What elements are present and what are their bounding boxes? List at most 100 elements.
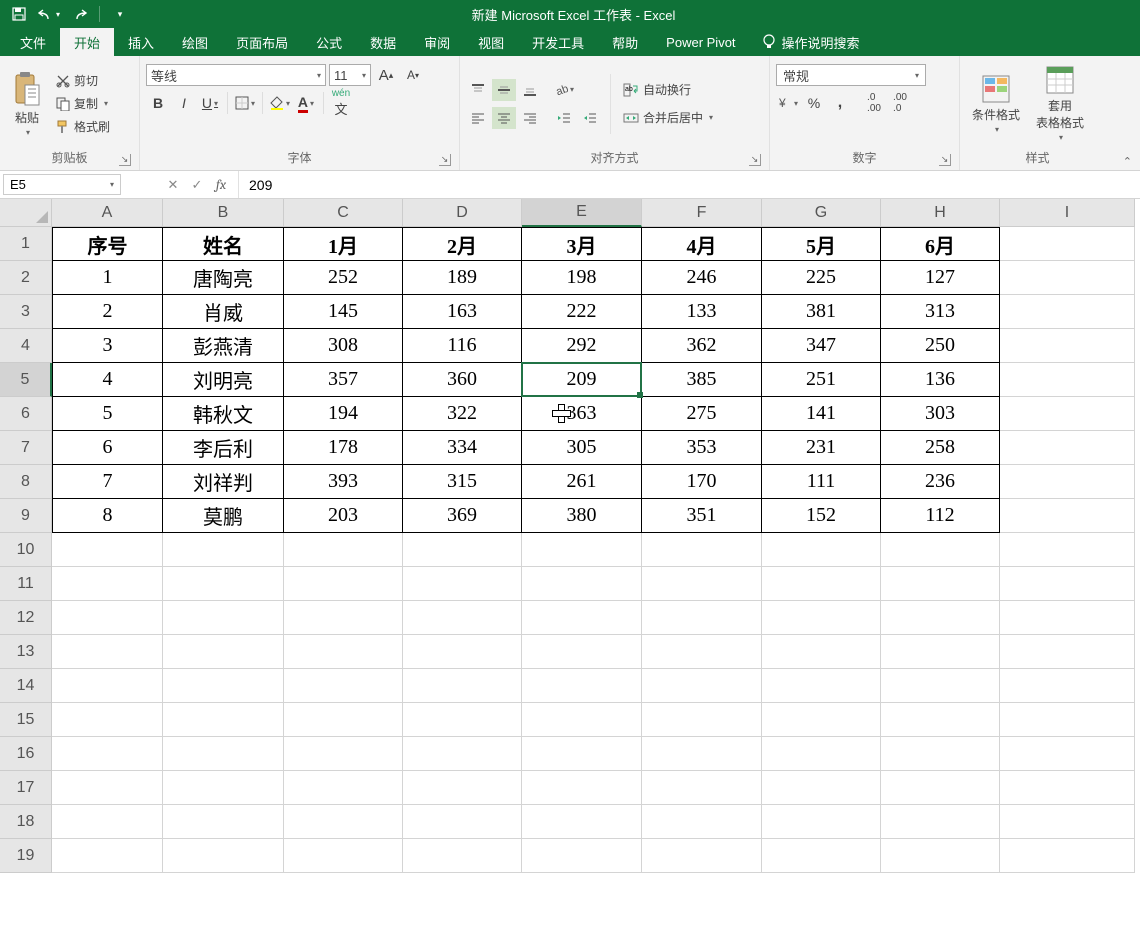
cell-B3[interactable]: 肖威 <box>163 295 284 329</box>
cell-F15[interactable] <box>642 703 762 737</box>
cell-E12[interactable] <box>522 601 642 635</box>
align-top-button[interactable] <box>466 79 490 101</box>
tab-power-pivot[interactable]: Power Pivot <box>652 28 749 56</box>
cell-H9[interactable]: 112 <box>881 499 1000 533</box>
cell-B19[interactable] <box>163 839 284 873</box>
cell-F19[interactable] <box>642 839 762 873</box>
cell-H11[interactable] <box>881 567 1000 601</box>
cell-C10[interactable] <box>284 533 403 567</box>
cell-H4[interactable]: 250 <box>881 329 1000 363</box>
row-header-13[interactable]: 13 <box>0 635 52 669</box>
cell-H6[interactable]: 303 <box>881 397 1000 431</box>
tab-page-layout[interactable]: 页面布局 <box>222 28 302 56</box>
cell-A6[interactable]: 5 <box>52 397 163 431</box>
cell-H5[interactable]: 136 <box>881 363 1000 397</box>
cell-D17[interactable] <box>403 771 522 805</box>
row-header-8[interactable]: 8 <box>0 465 52 499</box>
cell-C16[interactable] <box>284 737 403 771</box>
italic-button[interactable]: I <box>172 92 196 114</box>
percent-format-button[interactable]: % <box>802 92 826 114</box>
cell-I2[interactable] <box>1000 261 1135 295</box>
tab-review[interactable]: 审阅 <box>410 28 464 56</box>
cell-C3[interactable]: 145 <box>284 295 403 329</box>
cell-B16[interactable] <box>163 737 284 771</box>
cell-E17[interactable] <box>522 771 642 805</box>
row-header-17[interactable]: 17 <box>0 771 52 805</box>
cell-H13[interactable] <box>881 635 1000 669</box>
cell-F18[interactable] <box>642 805 762 839</box>
decrease-font-button[interactable]: A▾ <box>401 64 425 86</box>
cell-C14[interactable] <box>284 669 403 703</box>
cell-A14[interactable] <box>52 669 163 703</box>
cell-B14[interactable] <box>163 669 284 703</box>
cell-A19[interactable] <box>52 839 163 873</box>
font-size-combo[interactable]: 11▾ <box>329 64 371 86</box>
tab-home[interactable]: 开始 <box>60 28 114 56</box>
fill-color-button[interactable]: ▾ <box>268 92 292 114</box>
cell-I15[interactable] <box>1000 703 1135 737</box>
alignment-dialog-launcher[interactable] <box>749 154 761 166</box>
row-header-5[interactable]: 5 <box>0 363 52 397</box>
cell-C12[interactable] <box>284 601 403 635</box>
row-header-3[interactable]: 3 <box>0 295 52 329</box>
cell-H17[interactable] <box>881 771 1000 805</box>
undo-button[interactable]: ▾ <box>36 3 62 25</box>
cell-C5[interactable]: 357 <box>284 363 403 397</box>
cell-D18[interactable] <box>403 805 522 839</box>
tab-insert[interactable]: 插入 <box>114 28 168 56</box>
cell-E2[interactable]: 198 <box>522 261 642 295</box>
cell-G3[interactable]: 381 <box>762 295 881 329</box>
cell-I7[interactable] <box>1000 431 1135 465</box>
cell-H3[interactable]: 313 <box>881 295 1000 329</box>
cell-I19[interactable] <box>1000 839 1135 873</box>
row-header-15[interactable]: 15 <box>0 703 52 737</box>
cell-F1[interactable]: 4月 <box>642 227 762 261</box>
cell-D12[interactable] <box>403 601 522 635</box>
column-header-C[interactable]: C <box>284 199 403 227</box>
cell-D5[interactable]: 360 <box>403 363 522 397</box>
cell-H16[interactable] <box>881 737 1000 771</box>
cell-B10[interactable] <box>163 533 284 567</box>
cell-H18[interactable] <box>881 805 1000 839</box>
cell-B8[interactable]: 刘祥判 <box>163 465 284 499</box>
cell-F13[interactable] <box>642 635 762 669</box>
cell-F5[interactable]: 385 <box>642 363 762 397</box>
cell-H7[interactable]: 258 <box>881 431 1000 465</box>
cell-G7[interactable]: 231 <box>762 431 881 465</box>
cell-I18[interactable] <box>1000 805 1135 839</box>
cell-I1[interactable] <box>1000 227 1135 261</box>
align-center-button[interactable] <box>492 107 516 129</box>
cell-E5[interactable]: 209 <box>522 363 642 397</box>
cell-B15[interactable] <box>163 703 284 737</box>
cell-F11[interactable] <box>642 567 762 601</box>
cell-B17[interactable] <box>163 771 284 805</box>
cell-D2[interactable]: 189 <box>403 261 522 295</box>
cell-H10[interactable] <box>881 533 1000 567</box>
row-header-6[interactable]: 6 <box>0 397 52 431</box>
cell-A7[interactable]: 6 <box>52 431 163 465</box>
cell-C2[interactable]: 252 <box>284 261 403 295</box>
cell-I4[interactable] <box>1000 329 1135 363</box>
cell-F9[interactable]: 351 <box>642 499 762 533</box>
cell-F3[interactable]: 133 <box>642 295 762 329</box>
row-header-7[interactable]: 7 <box>0 431 52 465</box>
cell-G16[interactable] <box>762 737 881 771</box>
tell-me-search[interactable]: 操作说明搜索 <box>750 28 872 56</box>
tab-file[interactable]: 文件 <box>6 28 60 56</box>
cell-G1[interactable]: 5月 <box>762 227 881 261</box>
cancel-formula-button[interactable]: ✕ <box>162 175 184 195</box>
row-header-11[interactable]: 11 <box>0 567 52 601</box>
cell-F12[interactable] <box>642 601 762 635</box>
row-header-18[interactable]: 18 <box>0 805 52 839</box>
cell-G19[interactable] <box>762 839 881 873</box>
cell-B5[interactable]: 刘明亮 <box>163 363 284 397</box>
cell-B7[interactable]: 李后利 <box>163 431 284 465</box>
cell-H19[interactable] <box>881 839 1000 873</box>
cell-C7[interactable]: 178 <box>284 431 403 465</box>
cell-I8[interactable] <box>1000 465 1135 499</box>
cell-H1[interactable]: 6月 <box>881 227 1000 261</box>
row-header-9[interactable]: 9 <box>0 499 52 533</box>
tab-view[interactable]: 视图 <box>464 28 518 56</box>
column-header-H[interactable]: H <box>881 199 1000 227</box>
column-header-B[interactable]: B <box>163 199 284 227</box>
